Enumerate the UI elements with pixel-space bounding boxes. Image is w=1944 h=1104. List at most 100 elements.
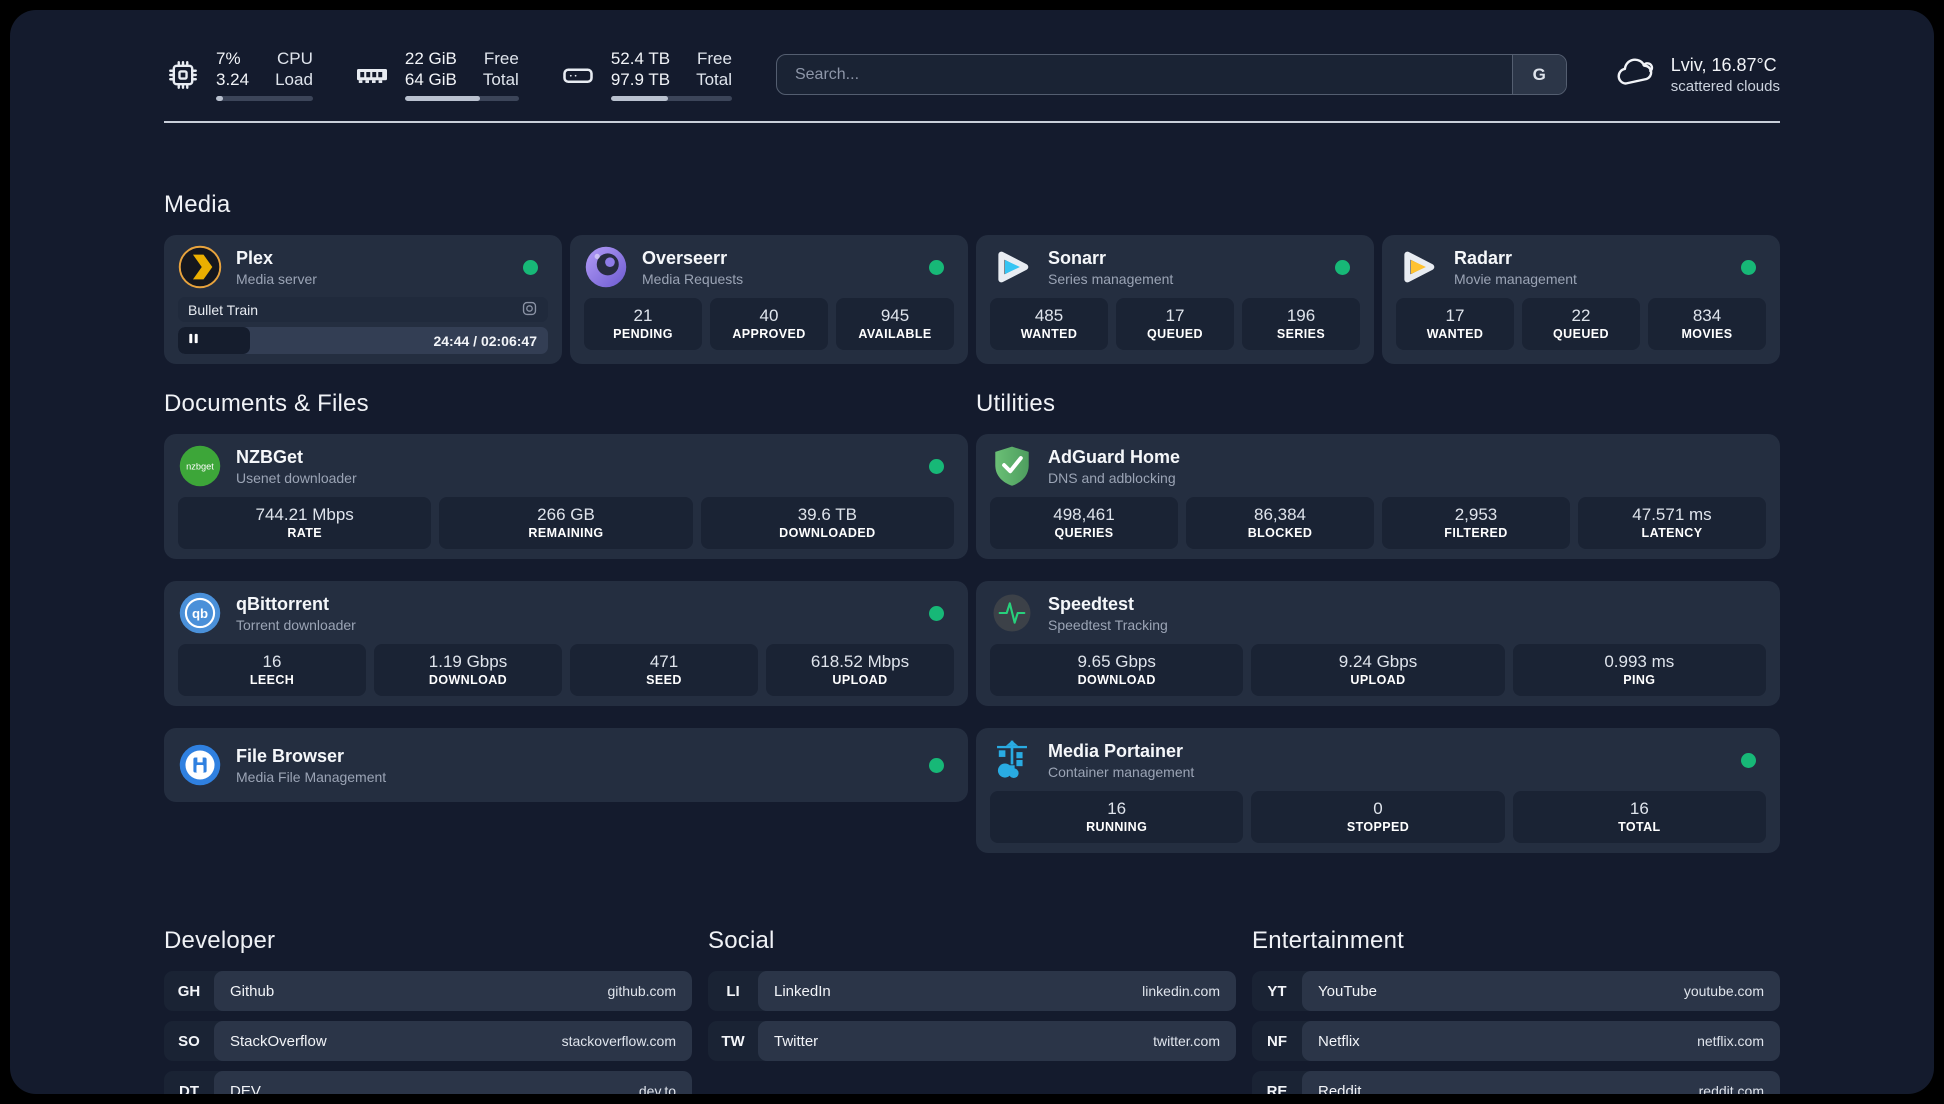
app-name: qBittorrent <box>236 593 329 614</box>
link-reddit[interactable]: RE Reddit reddit.com <box>1252 1071 1780 1094</box>
stat-box: 471 SEED <box>570 644 758 696</box>
search-engine-button[interactable]: G <box>1511 55 1566 94</box>
link-tag: LI <box>726 982 740 1000</box>
app-name: Radarr <box>1454 247 1513 268</box>
app-card-sonarr[interactable]: Sonarr Series management 485 WANTED 17 QUE… <box>976 235 1374 364</box>
link-url: netflix.com <box>1697 1033 1764 1049</box>
link-name: StackOverflow <box>230 1032 327 1050</box>
sonarr-icon <box>990 245 1034 289</box>
memory-icon <box>353 56 391 94</box>
app-description: Media Requests <box>642 270 744 287</box>
stat-box: 17 WANTED <box>1396 298 1514 350</box>
stat-box: 196 SERIES <box>1242 298 1360 350</box>
memory-stat: 22 GiB 64 GiB Free Total <box>353 48 519 101</box>
storage-free-label: Free <box>697 49 732 68</box>
link-tag: SO <box>178 1032 200 1050</box>
app-description: Series management <box>1048 270 1174 287</box>
plex-icon <box>178 245 222 289</box>
stat-box: 16 RUNNING <box>990 791 1244 843</box>
stat-box: 266 GB REMAINING <box>439 497 693 549</box>
link-url: github.com <box>607 983 676 999</box>
app-description: Media server <box>236 270 317 287</box>
app-description: Usenet downloader <box>236 469 357 486</box>
link-url: linkedin.com <box>1142 983 1220 999</box>
link-tag: RE <box>1266 1082 1288 1095</box>
link-url: dev.to <box>638 1083 676 1094</box>
stat-box: 21 PENDING <box>584 298 702 350</box>
radarr-icon <box>1396 245 1440 289</box>
app-card-speedtest[interactable]: Speedtest Speedtest Tracking 9.65 Gbps DO… <box>976 581 1780 706</box>
link-youtube[interactable]: YT YouTube youtube.com <box>1252 971 1780 1011</box>
stat-box: 744.21 Mbps RATE <box>178 497 432 549</box>
app-name: Overseerr <box>642 247 728 268</box>
link-netflix[interactable]: NF Netflix netflix.com <box>1252 1021 1780 1061</box>
link-url: youtube.com <box>1683 983 1764 999</box>
app-card-radarr[interactable]: Radarr Movie management 17 WANTED 22 QUEUE… <box>1382 235 1780 364</box>
memory-total-label: Total <box>482 70 519 89</box>
section-title-documents: Documents & Files <box>164 390 369 417</box>
memory-progress-bar <box>404 96 519 101</box>
link-name: Twitter <box>774 1032 819 1050</box>
app-name: File Browser <box>236 745 345 766</box>
status-online-dot <box>929 458 944 474</box>
pause-icon[interactable] <box>187 332 200 350</box>
stat-box: 9.65 Gbps DOWNLOAD <box>990 644 1244 696</box>
link-twitter[interactable]: TW Twitter twitter.com <box>708 1021 1236 1061</box>
app-name: AdGuard Home <box>1048 446 1181 467</box>
storage-total-label: Total <box>696 70 732 89</box>
link-dev[interactable]: DT DEV dev.to <box>164 1071 692 1094</box>
stat-box: 40 APPROVED <box>710 298 828 350</box>
app-name: NZBGet <box>236 446 303 467</box>
link-name: Reddit <box>1318 1082 1362 1095</box>
storage-progress-bar <box>610 96 732 101</box>
status-online-dot <box>929 259 944 275</box>
link-stackoverflow[interactable]: SO StackOverflow stackoverflow.com <box>164 1021 692 1061</box>
cpu-load-value: 3.24 <box>216 70 250 89</box>
status-online-dot <box>929 605 944 621</box>
stat-box: 1.19 Gbps DOWNLOAD <box>374 644 562 696</box>
stat-box: 22 QUEUED <box>1522 298 1640 350</box>
link-github[interactable]: GH Github github.com <box>164 971 692 1011</box>
status-online-dot <box>523 259 538 275</box>
section-title-utilities: Utilities <box>976 390 1056 417</box>
storage-stat: 52.4 TB 97.9 TB Free Total <box>559 48 732 101</box>
stat-box: 498,461 QUERIES <box>990 497 1178 549</box>
section-title-media: Media <box>164 191 231 218</box>
playback-progress-bar[interactable]: 24:44 / 02:06:47 <box>178 327 548 354</box>
stat-box: 485 WANTED <box>990 298 1108 350</box>
app-card-qbittorrent[interactable]: qb qBittorrent Torrent downloader 16 LEE… <box>164 581 968 706</box>
stat-box: 0.993 ms PING <box>1512 644 1766 696</box>
stat-box: 16 LEECH <box>178 644 366 696</box>
section-title-social: Social <box>708 927 775 954</box>
adguard-icon <box>990 444 1034 488</box>
link-linkedin[interactable]: LI LinkedIn linkedin.com <box>708 971 1236 1011</box>
stat-box: 17 QUEUED <box>1116 298 1234 350</box>
app-description: DNS and adblocking <box>1048 469 1176 486</box>
app-card-filebrowser[interactable]: File Browser Media File Management <box>164 728 968 802</box>
app-description: Speedtest Tracking <box>1048 616 1168 633</box>
link-tag: TW <box>721 1032 745 1050</box>
app-card-nzbget[interactable]: nzbget NZBGet Usenet downloader 744.21 M… <box>164 434 968 559</box>
stat-box: 834 MOVIES <box>1648 298 1766 350</box>
app-card-portainer[interactable]: Media Portainer Container management 16 R… <box>976 728 1780 853</box>
search-input[interactable] <box>776 55 1512 94</box>
svg-text:qb: qb <box>192 606 208 621</box>
search-bar[interactable]: G <box>775 54 1567 95</box>
app-description: Torrent downloader <box>236 616 356 633</box>
playback-time: 24:44 / 02:06:47 <box>433 332 537 349</box>
app-card-overseerr[interactable]: Overseerr Media Requests 21 PENDING 40 APP… <box>570 235 968 364</box>
link-tag: NF <box>1267 1032 1287 1050</box>
section-documents: Documents & Files nzbget NZBGet Usenet d… <box>164 390 968 853</box>
status-online-dot <box>1741 259 1756 275</box>
app-name: Media Portainer <box>1048 740 1184 761</box>
cpu-load-label: Load <box>275 70 313 89</box>
now-playing-row[interactable]: Bullet Train <box>178 297 548 322</box>
session-target-icon[interactable] <box>521 300 538 320</box>
memory-total-value: 64 GiB <box>404 70 457 89</box>
cpu-usage-value: 7% <box>216 49 241 68</box>
app-card-plex[interactable]: Plex Media server Bullet Train 24:44 / 0… <box>164 235 562 364</box>
section-social: Social LI LinkedIn linkedin.com TW Twitt… <box>708 927 1236 1094</box>
link-name: LinkedIn <box>774 982 831 1000</box>
app-card-adguard[interactable]: AdGuard Home DNS and adblocking 498,461 Q… <box>976 434 1780 559</box>
now-playing-title: Bullet Train <box>188 301 259 318</box>
